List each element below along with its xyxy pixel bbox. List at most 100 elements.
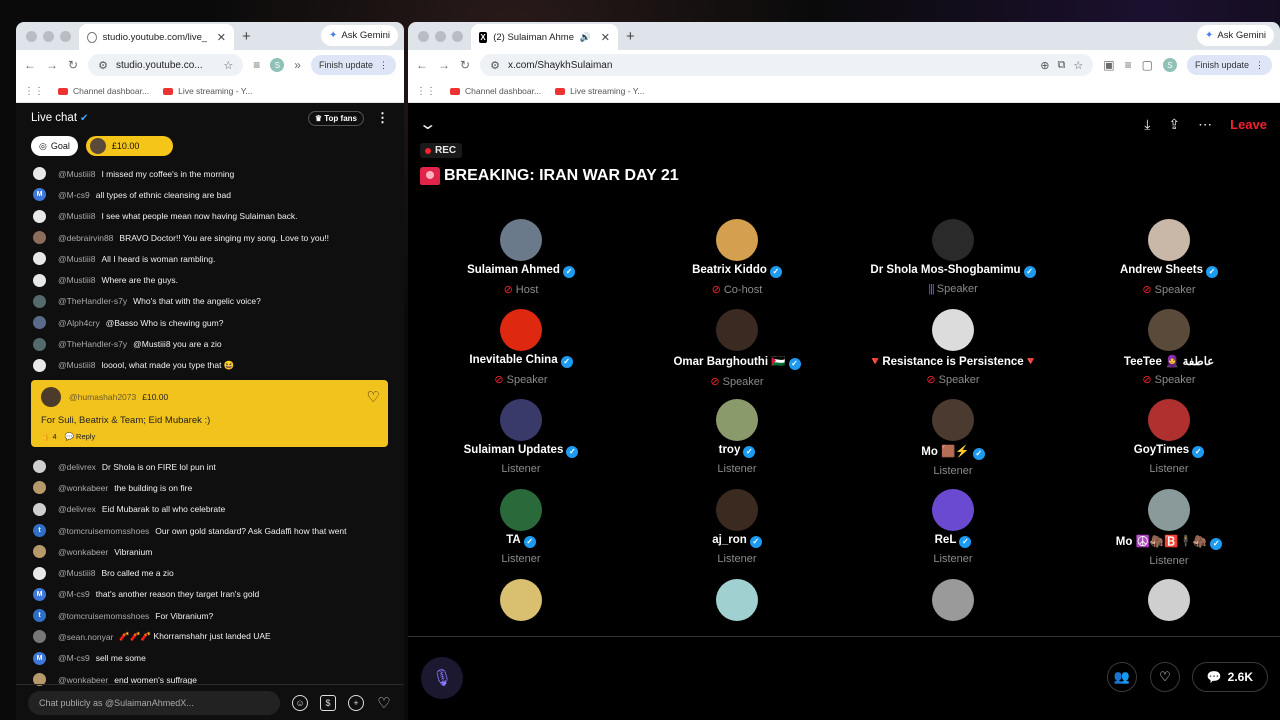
chat-message[interactable]: @delivrex Eid Mubarak to all who celebrat… bbox=[16, 499, 404, 520]
install-app-icon[interactable]: ⧉ bbox=[1058, 59, 1066, 72]
forward-icon[interactable]: → bbox=[46, 58, 58, 72]
chat-input[interactable]: Chat publicly as @SulaimanAhmedX... bbox=[28, 690, 280, 715]
back-icon[interactable]: ← bbox=[24, 58, 36, 72]
speaker-icon[interactable]: 🔊 bbox=[580, 32, 591, 43]
chat-message[interactable]: @TheHandler-s7y Who's that with the angel… bbox=[16, 291, 404, 312]
participant-card[interactable]: Sulaiman Ahmed ✓ ⊘ Host bbox=[413, 219, 629, 296]
participant-card[interactable]: Sulaiman Updates ✓ Listener bbox=[413, 399, 629, 475]
back-icon[interactable]: ← bbox=[416, 58, 428, 72]
message-author[interactable]: @TheHandler-s7y bbox=[58, 339, 127, 349]
side-panel-icon[interactable]: ▣ bbox=[1103, 58, 1114, 72]
chat-message[interactable]: @Mustiii8 All I heard is woman rambling. bbox=[16, 248, 404, 269]
avatar[interactable] bbox=[1148, 489, 1190, 531]
participant-card[interactable]: Andrew Sheets ✓ ⊘ Speaker bbox=[1061, 219, 1277, 296]
message-author[interactable]: @debrairvin88 bbox=[58, 233, 113, 243]
participant-card[interactable]: Beatrix Kiddo ✓ ⊘ Co-host bbox=[629, 219, 845, 296]
more-tools-icon[interactable]: » bbox=[294, 58, 301, 72]
chat-message[interactable]: @Mustiii8 Where are the guys. bbox=[16, 269, 404, 290]
goal-chip[interactable]: ◎ Goal bbox=[31, 136, 78, 156]
participant-card[interactable]: ReL ✓ Listener bbox=[845, 489, 1061, 565]
avatar[interactable] bbox=[1148, 399, 1190, 441]
avatar[interactable] bbox=[500, 489, 542, 531]
message-author[interactable]: @delivrex bbox=[58, 462, 96, 472]
chat-message[interactable]: t @tomcruisemomsshoes Our own gold standar… bbox=[16, 520, 404, 541]
top-fans-button[interactable]: ♛ Top fans bbox=[307, 110, 364, 126]
comments-button[interactable]: 💬 2.6K bbox=[1191, 662, 1268, 692]
chat-message[interactable]: M @M-cs9 all types of ethnic cleansing are… bbox=[16, 184, 404, 205]
add-icon[interactable]: + bbox=[348, 694, 364, 711]
avatar[interactable] bbox=[932, 579, 974, 621]
reading-list-icon[interactable]: ≡ bbox=[1125, 58, 1132, 72]
zoom-icon[interactable]: ⊕ bbox=[1040, 59, 1049, 72]
heart-icon[interactable]: ♡ bbox=[376, 695, 392, 712]
share-icon[interactable]: ⇪ bbox=[1168, 116, 1180, 133]
avatar[interactable] bbox=[500, 219, 542, 261]
leave-button[interactable]: Leave bbox=[1230, 117, 1267, 132]
tab-x-profile[interactable]: X (2) Sulaiman Ahmed (@S 🔊 ✕ bbox=[471, 24, 618, 50]
new-tab-button[interactable]: + bbox=[242, 28, 251, 45]
chat-message[interactable]: @wonkabeer Vibranium bbox=[16, 541, 404, 562]
super-chat-card[interactable]: @humashah2073 £10.00 ♡ For Suli, Beatrix… bbox=[31, 379, 388, 447]
chat-message[interactable]: M @M-cs9 sell me some bbox=[16, 648, 404, 669]
chat-menu-icon[interactable]: ⋮ bbox=[376, 110, 389, 126]
apps-grid-icon[interactable]: ⋮⋮ bbox=[416, 86, 436, 97]
avatar[interactable] bbox=[716, 579, 758, 621]
site-settings-icon[interactable]: ⚙ bbox=[98, 59, 108, 72]
tab-live-chat[interactable]: studio.youtube.com/live_chat ✕ bbox=[79, 24, 234, 50]
chat-message[interactable]: M @M-cs9 that's another reason they target… bbox=[16, 584, 404, 605]
message-author[interactable]: @TheHandler-s7y bbox=[58, 296, 127, 306]
avatar[interactable] bbox=[500, 309, 542, 351]
profile-avatar[interactable]: S bbox=[1162, 58, 1177, 72]
new-tab-button[interactable]: + bbox=[626, 28, 635, 45]
participant-card[interactable]: Inevitable China ✓ ⊘ Speaker bbox=[413, 309, 629, 386]
window-controls[interactable] bbox=[418, 30, 463, 42]
avatar[interactable] bbox=[1148, 579, 1190, 621]
address-bar[interactable]: ⚙ studio.youtube.co... ☆ bbox=[88, 54, 244, 76]
avatar[interactable] bbox=[932, 309, 974, 351]
participant-card[interactable]: 🔻Resistance is Persistence🔻 ⊘ Speaker bbox=[845, 309, 1061, 386]
avatar[interactable] bbox=[716, 489, 758, 531]
message-author[interactable]: @tomcruisemomsshoes bbox=[58, 526, 149, 536]
heart-icon[interactable]: ♡ bbox=[367, 388, 380, 406]
message-author[interactable]: @Alph4cry bbox=[58, 318, 100, 328]
chat-message[interactable]: @Alph4cry @Basso Who is chewing gum? bbox=[16, 312, 404, 333]
reload-icon[interactable]: ↻ bbox=[68, 58, 78, 72]
chat-message[interactable]: @TheHandler-s7y @Mustiii8 you are a zio bbox=[16, 333, 404, 354]
more-options-icon[interactable]: ⋯ bbox=[1198, 116, 1212, 133]
bookmark-channel-dashboard[interactable]: Channel dashboar... bbox=[58, 86, 149, 96]
reload-icon[interactable]: ↻ bbox=[460, 58, 470, 72]
apps-grid-icon[interactable]: ⋮⋮ bbox=[24, 86, 44, 97]
participant-card[interactable]: Mo ☮️🦣🅱️🕴️🦣 ✓ Listener bbox=[1061, 489, 1277, 567]
message-author[interactable]: @M-cs9 bbox=[58, 653, 90, 663]
finish-update-button[interactable]: Finish update ⋮ bbox=[1186, 55, 1272, 75]
react-heart-icon[interactable]: ♡ bbox=[1150, 662, 1180, 692]
avatar[interactable] bbox=[1148, 309, 1190, 351]
message-author[interactable]: @sean.nonyar bbox=[58, 632, 113, 642]
participant-card[interactable] bbox=[845, 579, 1061, 621]
participant-card[interactable]: Mo 🟫⚡ ✓ Listener bbox=[845, 399, 1061, 477]
avatar[interactable] bbox=[932, 399, 974, 441]
message-author[interactable]: @M-cs9 bbox=[58, 589, 90, 599]
reading-list-icon[interactable]: ≡ bbox=[253, 58, 260, 72]
close-tab-icon[interactable]: ✕ bbox=[601, 31, 610, 44]
participant-card[interactable] bbox=[1061, 579, 1277, 621]
bookmark-star-icon[interactable]: ☆ bbox=[223, 59, 233, 72]
chat-message[interactable]: @Mustiii8 I see what people mean now havi… bbox=[16, 206, 404, 227]
ask-gemini-button[interactable]: ✦ Ask Gemini bbox=[321, 25, 398, 46]
message-author[interactable]: @Mustiii8 bbox=[58, 568, 95, 578]
reply-button[interactable]: 💬 Reply bbox=[65, 432, 96, 441]
bookmark-live-streaming[interactable]: Live streaming - Y... bbox=[163, 86, 252, 96]
people-icon[interactable]: 👥 bbox=[1107, 662, 1137, 692]
microphone-button[interactable]: 🎙 bbox=[421, 657, 463, 699]
super-chat-ticker[interactable]: £10.00 bbox=[85, 136, 173, 156]
avatar[interactable] bbox=[716, 219, 758, 261]
participant-card[interactable]: Dr Shola Mos-Shogbamimu ✓ ||| Speaker bbox=[845, 219, 1061, 295]
avatar[interactable] bbox=[1148, 219, 1190, 261]
avatar[interactable] bbox=[716, 309, 758, 351]
message-author[interactable]: @tomcruisemomsshoes bbox=[58, 611, 149, 621]
message-author[interactable]: @wonkabeer bbox=[58, 547, 108, 557]
avatar[interactable] bbox=[500, 579, 542, 621]
chat-message[interactable]: @Mustiii8 looool, what made you type that… bbox=[16, 355, 404, 376]
participant-card[interactable] bbox=[413, 579, 629, 621]
bookmark-live-streaming[interactable]: Live streaming - Y... bbox=[555, 86, 644, 96]
